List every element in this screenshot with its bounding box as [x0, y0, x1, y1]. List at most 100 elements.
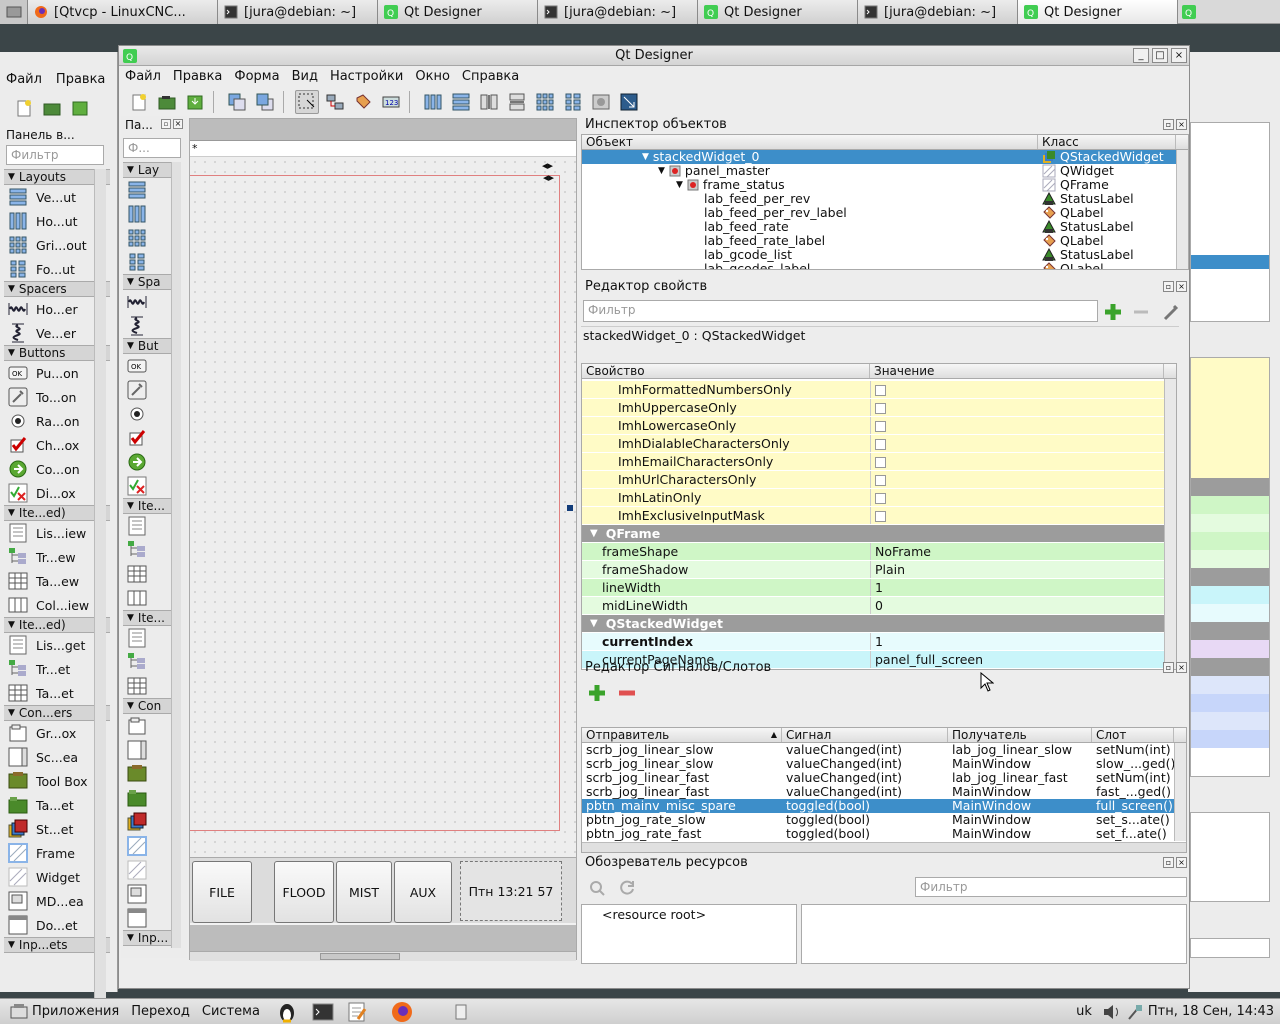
property-table-scrollbar[interactable]	[1164, 379, 1176, 669]
taskbar-tab[interactable]: [jura@debian: ~]	[538, 0, 698, 24]
property-row[interactable]: ImhEmailCharactersOnly	[582, 453, 1176, 471]
stacked-nav-arrows-icon-2[interactable]: ◂▸	[543, 171, 554, 184]
object-inspector-float-button[interactable]: ▫	[1163, 119, 1174, 130]
widget-box-section-header[interactable]: ▼ Inp...	[123, 930, 171, 946]
menu-form[interactable]: Форма	[228, 67, 285, 87]
terminal-launcher-icon[interactable]	[312, 1002, 334, 1022]
text-editor-launcher-icon[interactable]	[346, 1001, 368, 1023]
file-button[interactable]: FILE	[192, 861, 252, 923]
object-tree-row[interactable]: ▼ panel_master QWidget	[582, 164, 1188, 178]
col-property[interactable]: Свойство	[582, 364, 870, 378]
clock-datetime[interactable]: Птн, 18 Сен, 14:43	[1148, 1004, 1274, 1019]
widget-box-item[interactable]	[123, 786, 171, 810]
widget-box-item[interactable]	[123, 738, 171, 762]
tux-launcher-icon[interactable]	[276, 1001, 298, 1023]
network-icon[interactable]	[1126, 1003, 1144, 1021]
signal-slot-close-button[interactable]: ×	[1176, 662, 1187, 673]
widget-box-close-button[interactable]: ×	[173, 119, 183, 129]
col-sender[interactable]: Отправитель ▲	[582, 728, 782, 742]
aux-button[interactable]: AUX	[394, 861, 452, 923]
widget-box-item[interactable]	[123, 426, 171, 450]
menu-edit[interactable]: Правка	[167, 67, 228, 87]
applications-menu-icon[interactable]	[10, 1003, 28, 1021]
property-value[interactable]	[870, 417, 1176, 434]
resource-browser-float-button[interactable]: ▫	[1163, 857, 1174, 868]
connections-h-scrollbar[interactable]	[582, 842, 1186, 852]
widget-box-item[interactable]	[123, 514, 171, 538]
connection-row[interactable]: scrb_jog_linear_fast valueChanged(int) lab…	[582, 771, 1186, 785]
object-tree-row[interactable]: ▼ frame_status QFrame	[582, 178, 1188, 192]
new-file-icon[interactable]	[14, 98, 34, 118]
widget-box-item[interactable]	[123, 538, 171, 562]
mist-button[interactable]: MIST	[336, 861, 392, 923]
widget-box-item[interactable]	[123, 450, 171, 474]
bg-widget-scrollbar[interactable]	[94, 169, 106, 1011]
col-object[interactable]: Объект	[582, 135, 1038, 149]
widget-box-section-header[interactable]: ▼ Lay	[123, 162, 171, 178]
property-value[interactable]: NoFrame	[870, 543, 1176, 560]
property-row[interactable]: ImhFormattedNumbersOnly	[582, 381, 1176, 399]
widget-box-item[interactable]	[123, 562, 171, 586]
widget-box-scrollbar[interactable]	[171, 162, 181, 948]
maximize-button[interactable]: □	[1152, 48, 1168, 63]
property-value[interactable]: 0	[870, 597, 1176, 614]
property-row[interactable]: ImhUrlCharactersOnly	[582, 471, 1176, 489]
object-inspector-close-button[interactable]: ×	[1176, 119, 1187, 130]
lay-out-horizontal-splitter-icon[interactable]	[477, 90, 501, 114]
lay-out-vertical-splitter-icon[interactable]	[505, 90, 529, 114]
widget-box-section-header[interactable]: ▼ Spa	[123, 274, 171, 290]
group-collapse-arrow-icon[interactable]: ▼	[582, 525, 606, 542]
reload-icon[interactable]	[617, 878, 637, 898]
qt-designer-icon[interactable]: Q	[1178, 0, 1200, 24]
taskbar-tab[interactable]: [jura@debian: ~]	[218, 0, 378, 24]
property-row[interactable]: midLineWidth 0	[582, 597, 1176, 615]
close-button[interactable]: ×	[1171, 48, 1187, 63]
menu-system[interactable]: Система	[202, 1004, 260, 1019]
bg-menu-file[interactable]: Файл	[6, 72, 42, 87]
menu-applications[interactable]: Приложения	[32, 1004, 119, 1019]
add-dynamic-property-icon[interactable]	[1103, 302, 1123, 322]
property-editor-float-button[interactable]: ▫	[1163, 281, 1174, 292]
property-checkbox[interactable]	[875, 457, 886, 468]
widget-box-item[interactable]	[123, 250, 171, 274]
lay-out-grid-icon[interactable]	[533, 90, 557, 114]
object-tree-row[interactable]: ▼ stackedWidget_0 QStackedWidget	[582, 150, 1188, 164]
break-layout-icon[interactable]	[589, 90, 613, 114]
connections-scrollbar[interactable]	[1174, 743, 1186, 841]
widget-box-item[interactable]	[123, 858, 171, 882]
widget-box-filter-input[interactable]: Ф...	[123, 138, 181, 158]
widget-box-item[interactable]	[123, 882, 171, 906]
group-collapse-arrow-icon[interactable]: ▼	[582, 615, 606, 632]
widget-box-item[interactable]	[123, 810, 171, 834]
widget-box-item[interactable]: OK	[123, 354, 171, 378]
widget-box-item[interactable]	[123, 762, 171, 786]
minimize-button[interactable]: _	[1133, 48, 1149, 63]
lay-out-horizontally-icon[interactable]	[421, 90, 445, 114]
property-value[interactable]	[870, 489, 1176, 506]
property-row[interactable]: ImhDialableCharactersOnly	[582, 435, 1176, 453]
connection-row[interactable]: pbtn_jog_rate_fast toggled(bool) MainWindo…	[582, 827, 1186, 841]
remove-connection-icon[interactable]	[617, 683, 637, 703]
property-checkbox[interactable]	[875, 421, 886, 432]
widget-box-section-header[interactable]: ▼ But	[123, 338, 171, 354]
resource-filter-input[interactable]: Фильтр	[915, 877, 1187, 897]
widget-box-item[interactable]	[123, 834, 171, 858]
property-row[interactable]: lineWidth 1	[582, 579, 1176, 597]
widget-box-item[interactable]	[123, 378, 171, 402]
object-tree-row[interactable]: lab_feed_per_rev StatusLabel	[582, 192, 1188, 206]
save-form-icon[interactable]	[183, 90, 207, 114]
desktop-switcher-icon[interactable]	[0, 0, 28, 24]
property-checkbox[interactable]	[875, 493, 886, 504]
property-group-header[interactable]: ▼ QStackedWidget	[582, 615, 1176, 633]
save-icon[interactable]	[70, 98, 90, 118]
form-horizontal-scrollbar[interactable]	[190, 951, 576, 961]
taskbar-tab[interactable]: Q Qt Designer	[698, 0, 858, 24]
property-group-header[interactable]: ▼ QFrame	[582, 525, 1176, 543]
adjust-size-icon[interactable]	[617, 90, 641, 114]
menu-places[interactable]: Переход	[131, 1004, 190, 1019]
widget-box-float-button[interactable]: ▫	[161, 119, 171, 129]
property-row[interactable]: currentIndex 1	[582, 633, 1176, 651]
send-to-back-icon[interactable]	[225, 90, 249, 114]
connection-row[interactable]: pbtn_mainv_misc_spare toggled(bool) MainWi…	[582, 799, 1186, 813]
property-value[interactable]	[870, 381, 1176, 398]
